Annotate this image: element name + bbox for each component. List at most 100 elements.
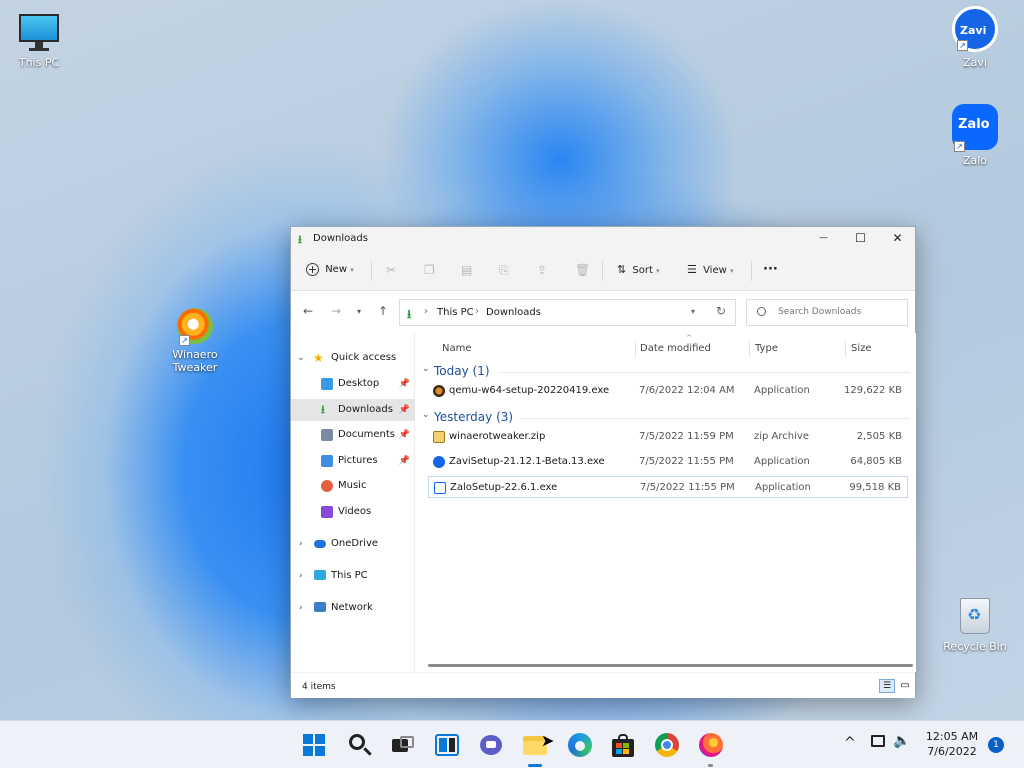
nav-onedrive[interactable]: › OneDrive: [291, 533, 415, 555]
file-row[interactable]: ZaloSetup-22.6.1.exe 7/5/2022 11:55 PM A…: [428, 476, 908, 498]
copy-icon[interactable]: ❐: [424, 261, 435, 279]
column-header-size[interactable]: Size: [851, 341, 872, 363]
chevron-down-icon: ▾: [656, 267, 660, 275]
cut-icon[interactable]: ✂: [386, 261, 396, 279]
breadcrumb-separator: ›: [475, 306, 479, 317]
store-icon[interactable]: [609, 731, 637, 759]
more-options-icon[interactable]: ···: [763, 261, 778, 279]
column-header-name[interactable]: Name: [442, 341, 472, 363]
paste-icon[interactable]: ▤: [461, 261, 472, 279]
chevron-right-icon: ›: [299, 603, 303, 613]
network-icon: [314, 602, 326, 612]
forward-arrow-icon[interactable]: →: [331, 304, 341, 318]
chevron-down-icon: ▾: [350, 266, 354, 274]
clock-date: 7/6/2022: [927, 745, 977, 758]
refresh-icon[interactable]: ↻: [716, 304, 726, 318]
group-header-yesterday[interactable]: ⌄ Yesterday (3): [420, 410, 910, 426]
plus-circle-icon: +: [306, 262, 319, 276]
shortcut-arrow-icon: ↗: [179, 335, 190, 346]
view-button[interactable]: ☰ View ▾: [687, 261, 734, 279]
music-icon: [321, 480, 333, 492]
desktop-icon-label: This PC: [18, 56, 60, 69]
network-icon[interactable]: [871, 735, 885, 747]
taskbar: ➤ ^ 🔈 12:05 AM 7/6/2022 1: [0, 720, 1024, 768]
download-icon: ⭳: [321, 403, 325, 416]
start-icon[interactable]: [300, 731, 328, 759]
mouse-cursor: ➤: [541, 731, 555, 750]
title-bar[interactable]: ⭳ Downloads — ☐ ✕: [291, 227, 915, 249]
desktop-icon-winaero-tweaker[interactable]: ↗ Winaero Tweaker: [160, 308, 230, 374]
nav-item-pictures[interactable]: Pictures 📌: [291, 450, 415, 472]
details-view-icon[interactable]: ☰: [879, 679, 895, 693]
show-hidden-icons-chevron[interactable]: ^: [844, 735, 856, 751]
nav-item-downloads[interactable]: ⭳ Downloads 📌: [291, 399, 415, 421]
desktop-icon-label: Recycle Bin: [943, 640, 1007, 653]
chevron-down-icon[interactable]: ▾: [691, 307, 695, 316]
desktop-icon-this-pc[interactable]: This PC: [4, 12, 74, 69]
group-header-today[interactable]: ⌄ Today (1): [420, 364, 910, 380]
edge-icon[interactable]: [566, 731, 594, 759]
new-button[interactable]: + New ▾: [306, 261, 354, 279]
widgets-icon[interactable]: [433, 731, 461, 759]
zavi-app-icon: Zavi ↗: [952, 6, 998, 52]
firefox-icon[interactable]: [697, 731, 725, 767]
desktop-icon-recycle-bin[interactable]: ♻ Recycle Bin: [940, 596, 1010, 653]
maximize-button[interactable]: ☐: [842, 227, 879, 249]
rename-icon[interactable]: ⎘: [499, 261, 509, 279]
column-header-type[interactable]: Type: [755, 341, 778, 363]
chat-icon[interactable]: [477, 731, 505, 759]
horizontal-scrollbar[interactable]: [428, 664, 913, 667]
notification-badge[interactable]: 1: [988, 737, 1004, 753]
task-view-icon[interactable]: [388, 731, 416, 759]
back-arrow-icon[interactable]: ←: [303, 304, 313, 318]
volume-icon[interactable]: 🔈: [893, 733, 910, 749]
column-header-date[interactable]: Date modified: [640, 341, 711, 363]
qemu-app-icon: [433, 385, 445, 397]
pin-icon: 📌: [398, 379, 410, 389]
large-icons-view-icon[interactable]: ▭: [898, 679, 912, 693]
chrome-icon[interactable]: [653, 731, 681, 759]
minimize-button[interactable]: —: [805, 227, 842, 249]
desktop-icon-zavi[interactable]: Zavi ↗ Zavi: [940, 6, 1010, 69]
chevron-right-icon: ›: [299, 571, 303, 581]
nav-network[interactable]: › Network: [291, 597, 415, 619]
share-icon[interactable]: ⇪: [537, 261, 547, 279]
nav-item-documents[interactable]: Documents 📌: [291, 424, 415, 446]
nav-item-desktop[interactable]: Desktop 📌: [291, 373, 415, 395]
search-placeholder: Search Downloads: [778, 307, 862, 317]
download-icon: ⭳: [407, 307, 412, 321]
clock[interactable]: 12:05 AM 7/6/2022: [922, 729, 982, 759]
zalo-logo-text: Zalo: [958, 117, 990, 132]
file-list: Name Date modified ^ Type Size ⌄ Today (…: [416, 333, 916, 672]
star-icon: ★: [313, 351, 324, 365]
view-list-icon: ☰: [687, 263, 697, 276]
item-count: 4 items: [302, 682, 336, 692]
sort-indicator-icon: ^: [686, 334, 692, 342]
shortcut-arrow-icon: ↗: [954, 141, 965, 152]
delete-icon[interactable]: 🗑: [575, 261, 590, 279]
file-row[interactable]: ZaviSetup-21.12.1-Beta.13.exe 7/5/2022 1…: [428, 451, 908, 473]
shortcut-arrow-icon: ↗: [957, 40, 968, 51]
close-button[interactable]: ✕: [879, 227, 916, 249]
file-explorer-window: ⭳ Downloads — ☐ ✕ + New ▾ ✂ ❐ ▤ ⎘ ⇪ 🗑 ⇅ …: [290, 226, 916, 698]
file-row[interactable]: winaerotweaker.zip 7/5/2022 11:59 PM zip…: [428, 426, 908, 448]
nav-this-pc[interactable]: › This PC: [291, 565, 415, 587]
address-bar[interactable]: ⭳ › This PC › Downloads ▾ ↻: [399, 299, 736, 326]
sort-button[interactable]: ⇅ Sort ▾: [617, 261, 660, 279]
breadcrumb-downloads[interactable]: Downloads: [486, 307, 541, 318]
nav-item-music[interactable]: Music: [291, 475, 415, 497]
recent-chevron-icon[interactable]: ▾: [357, 307, 361, 316]
zip-archive-icon: [433, 431, 445, 443]
breadcrumb-this-pc[interactable]: This PC: [437, 307, 474, 318]
nav-quick-access[interactable]: ⌄ ★ Quick access: [291, 347, 415, 369]
chevron-down-icon: ▾: [729, 267, 734, 275]
nav-item-videos[interactable]: Videos: [291, 501, 415, 523]
search-icon[interactable]: [345, 731, 373, 759]
search-input[interactable]: Search Downloads: [746, 299, 908, 326]
zalo-app-icon: Zalo ↗: [952, 104, 998, 152]
desktop-icon-zalo[interactable]: Zalo ↗ Zalo: [940, 104, 1010, 167]
navigation-pane: ⌄ ★ Quick access Desktop 📌 ⭳ Downloads 📌…: [291, 333, 415, 672]
up-arrow-icon[interactable]: ↑: [378, 304, 388, 318]
status-bar: 4 items ☰ ▭: [291, 672, 915, 698]
file-row[interactable]: qemu-w64-setup-20220419.exe 7/6/2022 12:…: [428, 380, 908, 402]
